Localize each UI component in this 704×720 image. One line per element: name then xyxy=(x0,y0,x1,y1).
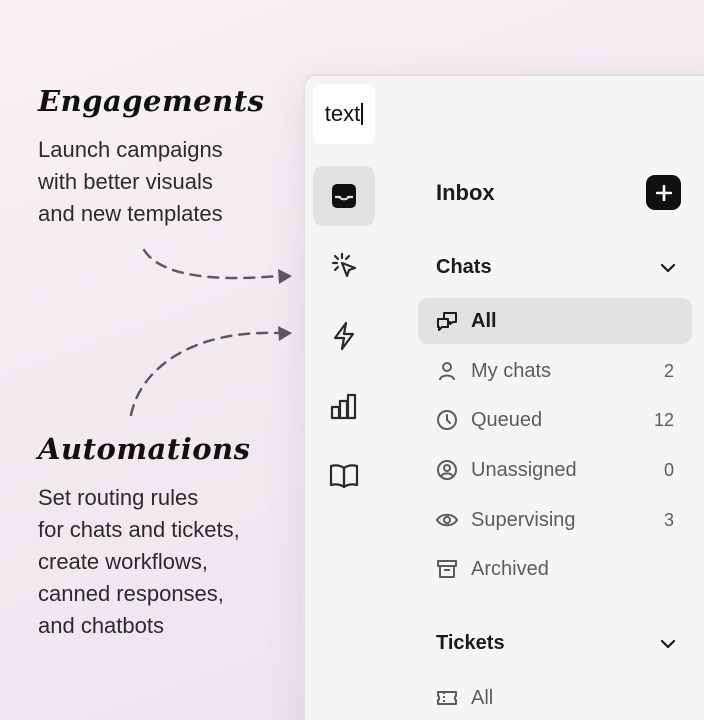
rail-engagements-button[interactable] xyxy=(313,236,375,296)
chevron-down-icon xyxy=(660,639,676,648)
chats-item-my-chats-count: 2 xyxy=(663,360,674,381)
book-icon xyxy=(329,464,359,489)
user-circle-icon xyxy=(436,459,458,481)
automations-arrow xyxy=(129,331,280,417)
inbox-icon xyxy=(332,184,356,208)
person-icon xyxy=(436,360,458,382)
clock-icon xyxy=(436,409,458,431)
chevron-down-icon xyxy=(660,263,676,272)
lightning-icon xyxy=(333,321,355,351)
plus-icon xyxy=(655,184,672,201)
engagements-arrowhead xyxy=(278,269,292,284)
archive-icon xyxy=(436,558,458,580)
automations-arrowhead xyxy=(278,326,292,341)
chats-item-supervising-label: Supervising xyxy=(471,508,576,531)
sparkle-cursor-icon xyxy=(331,252,357,278)
tickets-item-all-label: All xyxy=(471,686,494,709)
chats-item-my-chats-label: My chats xyxy=(471,359,552,382)
tickets-item-all[interactable]: All xyxy=(418,675,692,720)
chats-section-label: Chats xyxy=(436,256,492,278)
add-button[interactable] xyxy=(646,175,681,210)
logo-text: text xyxy=(324,101,361,126)
inbox-title: Inbox xyxy=(436,180,495,205)
rail-knowledge-button[interactable] xyxy=(313,446,375,506)
chats-item-archived-label: Archived xyxy=(471,557,549,580)
tickets-section-label: Tickets xyxy=(436,632,505,654)
chats-item-supervising-count: 3 xyxy=(663,509,674,530)
chats-item-queued-label: Queued xyxy=(471,408,543,431)
chats-section-header[interactable]: Chats xyxy=(436,256,676,279)
chats-item-supervising[interactable]: Supervising 3 xyxy=(418,497,692,543)
chats-item-all-label: All xyxy=(471,309,497,332)
chats-item-queued[interactable]: Queued 12 xyxy=(418,397,692,443)
chats-item-my-chats[interactable]: My chats 2 xyxy=(418,348,692,394)
tickets-section-header[interactable]: Tickets xyxy=(436,632,676,655)
bar-chart-icon xyxy=(330,393,357,420)
app-logo: text xyxy=(313,84,375,144)
eye-icon xyxy=(436,509,458,531)
chats-item-unassigned-label: Unassigned xyxy=(471,458,577,481)
rail-automations-button[interactable] xyxy=(313,306,375,366)
text-cursor-mark xyxy=(361,103,364,125)
chats-item-archived[interactable]: Archived xyxy=(418,546,692,592)
chats-item-all[interactable]: All xyxy=(418,298,692,344)
app-window: text Inbox Chats All My chats 2 Queued 1… xyxy=(303,74,704,720)
chats-item-unassigned-count: 0 xyxy=(663,459,674,480)
chats-item-queued-count: 12 xyxy=(653,409,674,430)
rail-reports-button[interactable] xyxy=(313,376,375,436)
engagements-arrow xyxy=(142,248,280,280)
ticket-icon xyxy=(436,687,458,709)
chats-item-unassigned[interactable]: Unassigned 0 xyxy=(418,447,692,493)
rail-inbox-button[interactable] xyxy=(313,166,375,226)
chat-bubbles-icon xyxy=(436,310,458,332)
